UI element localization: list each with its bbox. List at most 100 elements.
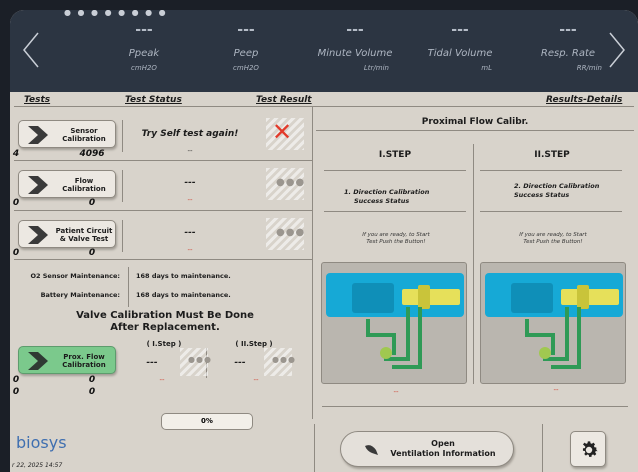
- details-bottom-divider: [322, 406, 628, 407]
- header-divider: [14, 106, 634, 107]
- step-divider: [480, 211, 622, 212]
- metric-value: ---: [451, 22, 469, 38]
- step1-title: I.STEP: [378, 150, 412, 160]
- chevron-left-icon[interactable]: [20, 30, 42, 70]
- column-header-status: Test Status: [125, 95, 182, 105]
- device-diagram-icon: [326, 273, 464, 369]
- test-count-2: 0: [88, 198, 96, 208]
- step2-device-image: [480, 262, 626, 384]
- test-count-1: 0: [12, 248, 20, 258]
- open-button-line2: Ventilation Information: [390, 449, 496, 458]
- column-header-details: Results-Details: [546, 95, 623, 105]
- prox-step1-sub: --: [159, 376, 165, 384]
- prox-count: 0: [88, 387, 96, 397]
- step1-instruction: 1. Direction Calibration: [344, 188, 430, 196]
- x-icon: ✕: [272, 118, 293, 146]
- valve-calibration-notice: Valve Calibration Must Be Done After Rep…: [76, 310, 254, 333]
- step1-status: Success Status: [354, 197, 410, 205]
- step1-sub: --: [393, 388, 399, 396]
- metric-resp-rate: --- Resp. Rate RR/min: [518, 22, 618, 72]
- progress-label: 0%: [201, 417, 213, 425]
- page-indicator-dots: ● ● ● ● ● ● ● ●: [64, 10, 168, 17]
- test-label: Sensor Calibration: [62, 127, 106, 143]
- cell-divider: [122, 220, 123, 252]
- step-divider: [324, 211, 466, 212]
- prox-count: 0: [12, 387, 20, 397]
- metric-ppeak: --- Ppeak cmH2O: [94, 22, 194, 72]
- step2-note: If you are ready, to Start Test Push the…: [519, 232, 587, 245]
- metric-value: ---: [559, 22, 577, 38]
- row-divider: [14, 210, 312, 211]
- metric-value: ---: [346, 22, 364, 38]
- row-divider: [14, 160, 312, 161]
- metric-unit: RR/min: [576, 64, 602, 72]
- prox-step2-value: ---: [234, 358, 246, 368]
- settings-button[interactable]: [570, 431, 606, 467]
- footer-divider: [314, 424, 315, 472]
- prox-flow-calibration-button[interactable]: Prox. Flow Calibration: [18, 346, 116, 374]
- play-chevron-icon: [28, 176, 48, 194]
- metric-minute-volume: --- Minute Volume Ltr/min: [305, 22, 405, 72]
- test-count-2: 4096: [79, 149, 105, 159]
- play-chevron-icon: [28, 226, 48, 244]
- patient-circuit-valve-test-button[interactable]: Patient Circuit & Valve Test: [18, 220, 116, 248]
- step2-title: II.STEP: [534, 150, 570, 160]
- flow-calibration-button[interactable]: Flow Calibration: [18, 170, 116, 198]
- metric-name: Ppeak: [128, 48, 160, 59]
- step-divider: [324, 170, 466, 171]
- test-status: Try Self test again!: [141, 129, 239, 139]
- metric-unit: cmH2O: [131, 64, 157, 72]
- battery-maintenance-label: Battery Maintenance:: [40, 291, 120, 299]
- metric-name: Tidal Volume: [427, 48, 493, 59]
- metric-peep: --- Peep cmH2O: [196, 22, 296, 72]
- prox-count: 0: [88, 375, 96, 385]
- pending-dots-icon: ●●●: [272, 355, 296, 364]
- test-count-2: 0: [88, 248, 96, 258]
- header-bar: ● ● ● ● ● ● ● ● --- Ppeak cmH2O --- Peep…: [10, 10, 638, 92]
- sensor-calibration-button[interactable]: Sensor Calibration: [18, 120, 116, 148]
- panel-divider: [312, 107, 313, 419]
- details-title: Proximal Flow Calibr.: [421, 117, 529, 127]
- prox-step2-sub: --: [253, 376, 259, 384]
- step-divider: [480, 170, 622, 171]
- test-label: Flow Calibration: [62, 177, 106, 193]
- metric-value: ---: [237, 22, 255, 38]
- open-ventilation-info-button[interactable]: Open Ventilation Information: [340, 431, 514, 467]
- device-diagram-icon: [485, 273, 623, 369]
- cell-divider: [122, 120, 123, 152]
- progress-bar: 0%: [161, 413, 253, 430]
- step2-sub: --: [553, 386, 559, 394]
- prox-step1-value: ---: [146, 358, 158, 368]
- open-button-label: Open Ventilation Information: [383, 439, 503, 459]
- test-label: Patient Circuit & Valve Test: [55, 227, 113, 243]
- metric-name: Resp. Rate: [540, 48, 596, 59]
- step1-device-image: [321, 262, 467, 384]
- step2-status: Success Status: [514, 191, 570, 199]
- open-button-line1: Open: [431, 439, 455, 448]
- metric-value: ---: [135, 22, 153, 38]
- footer-divider: [542, 424, 543, 472]
- metric-tidal-volume: --- Tidal Volume mL: [410, 22, 510, 72]
- battery-maintenance-value: 168 days to maintenance.: [136, 291, 231, 299]
- metric-name: Peep: [233, 48, 259, 59]
- metric-unit: Ltr/min: [363, 64, 389, 72]
- test-status: ---: [184, 228, 196, 238]
- pending-dots-icon: ●●●: [188, 355, 212, 364]
- column-header-tests: Tests: [24, 95, 51, 105]
- play-chevron-icon: [28, 352, 48, 370]
- metric-unit: cmH2O: [233, 64, 259, 72]
- row-divider: [14, 259, 312, 260]
- step1-note: If you are ready, to Start Test Push the…: [362, 232, 430, 245]
- column-header-result: Test Result: [256, 95, 312, 105]
- steps-divider: [473, 144, 474, 384]
- metric-name: Minute Volume: [317, 48, 393, 59]
- step2-instruction: 2. Direction Calibration: [514, 182, 600, 190]
- cell-divider: [122, 170, 123, 202]
- arrow-icon: [365, 445, 378, 455]
- o2-maintenance-value: 168 days to maintenance.: [136, 272, 231, 280]
- brand-logo: biosys: [16, 433, 67, 452]
- test-status-sub: --: [187, 196, 193, 204]
- test-status: ---: [184, 178, 196, 188]
- test-status-sub: --: [187, 246, 193, 254]
- prox-step1-label: ( I.Step ): [146, 340, 182, 348]
